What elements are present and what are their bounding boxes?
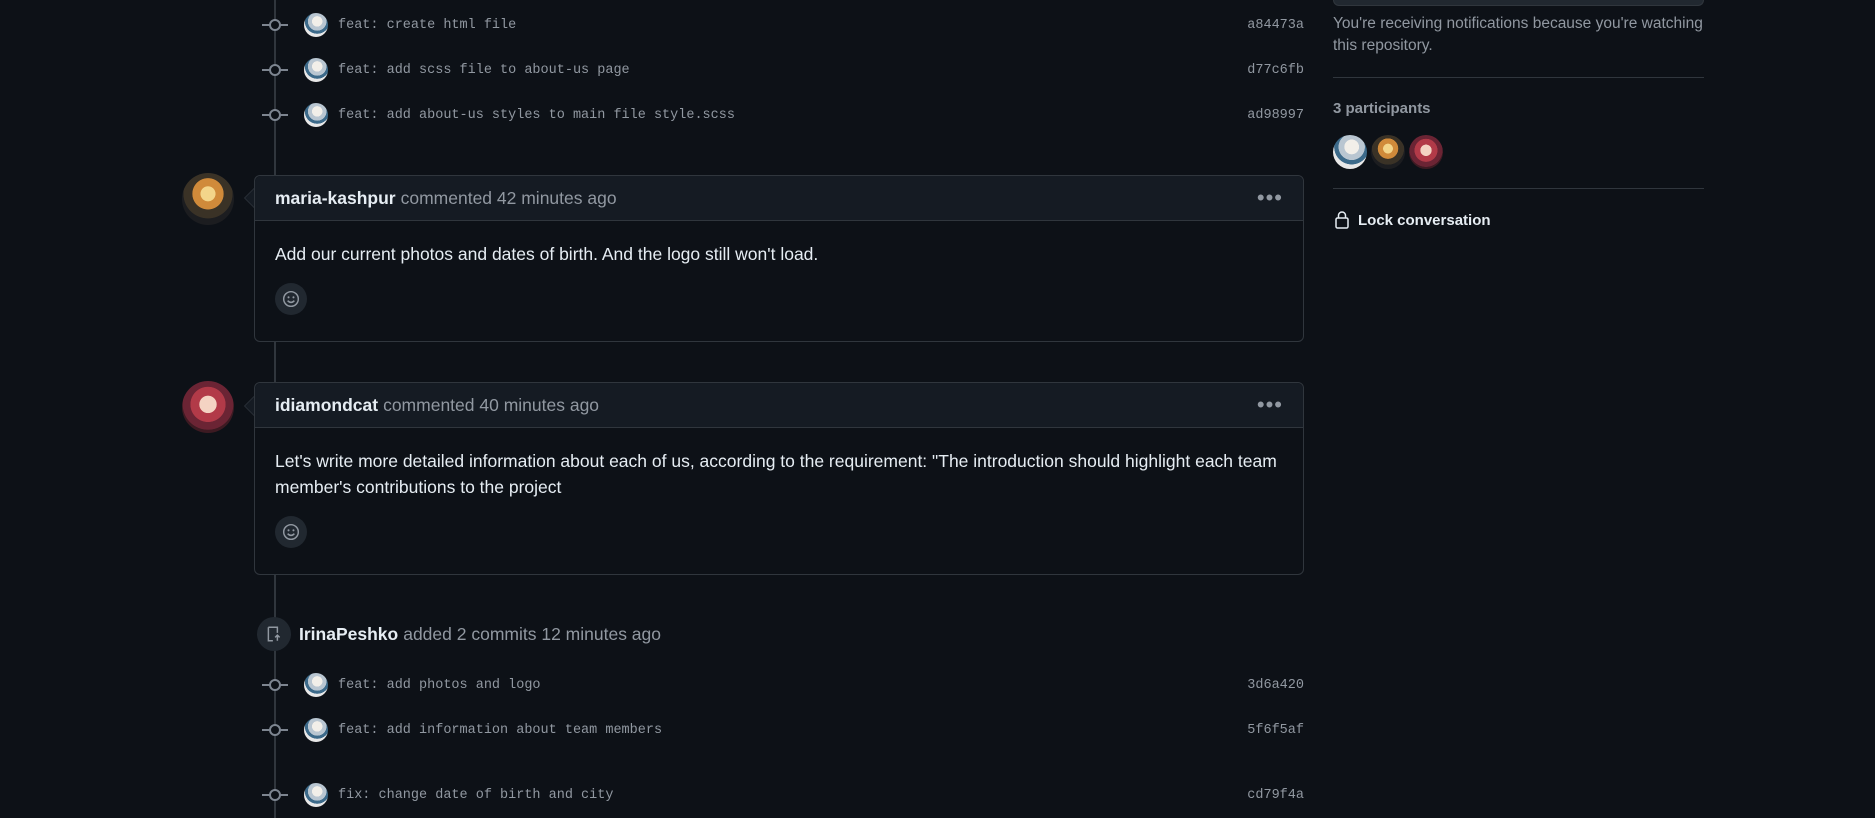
comment-body: Let's write more detailed information ab… (275, 451, 1277, 497)
commit-message[interactable]: feat: add about-us styles to main file s… (338, 108, 1247, 123)
commit-message[interactable]: feat: add information about team members (338, 723, 1247, 738)
commit-sha[interactable]: 5f6f5af (1247, 723, 1304, 738)
add-reaction-button[interactable] (275, 516, 307, 548)
lock-icon (1335, 211, 1349, 229)
commit-sha[interactable]: cd79f4a (1247, 788, 1304, 803)
commit-icon (262, 108, 288, 122)
commit-sha[interactable]: ad98997 (1247, 108, 1304, 123)
commit-row: feat: create html file a84473a (262, 11, 1304, 39)
commit-message[interactable]: feat: create html file (338, 18, 1247, 33)
push-meta[interactable]: added 2 commits 12 minutes ago (403, 624, 661, 645)
commit-icon (262, 63, 288, 77)
commit-icon (262, 723, 288, 737)
divider (1333, 77, 1704, 78)
lock-conversation-button[interactable]: Lock conversation (1334, 210, 1491, 230)
commit-sha[interactable]: d77c6fb (1247, 63, 1304, 78)
commit-row: feat: add information about team members… (262, 716, 1304, 744)
avatar[interactable] (304, 58, 328, 82)
smiley-icon (282, 290, 300, 308)
timeline-line (274, 341, 276, 383)
avatar[interactable] (182, 381, 234, 433)
commit-icon (262, 788, 288, 802)
avatar[interactable] (304, 673, 328, 697)
push-event: IrinaPeshko added 2 commits 12 minutes a… (257, 617, 661, 651)
avatar[interactable] (304, 103, 328, 127)
avatar[interactable] (1333, 135, 1367, 169)
kebab-menu-icon[interactable]: ••• (1257, 394, 1283, 416)
commit-sha[interactable]: a84473a (1247, 18, 1304, 33)
comment-caret (244, 188, 254, 208)
comment-box: maria-kashpur commented 42 minutes ago •… (254, 175, 1304, 342)
notification-reason: You're receiving notifications because y… (1333, 15, 1703, 54)
avatar[interactable] (304, 783, 328, 807)
comment-box: idiamondcat commented 40 minutes ago •••… (254, 382, 1304, 575)
kebab-menu-icon[interactable]: ••• (1257, 187, 1283, 209)
commit-row: feat: add scss file to about-us page d77… (262, 56, 1304, 84)
push-icon (257, 617, 291, 651)
commit-message[interactable]: feat: add scss file to about-us page (338, 63, 1247, 78)
comment-author[interactable]: idiamondcat (275, 395, 378, 416)
commit-row: fix: change date of birth and city cd79f… (262, 781, 1304, 809)
subscribe-button-edge[interactable] (1333, 0, 1704, 6)
participants-avatars (1333, 135, 1443, 169)
comment-header: idiamondcat commented 40 minutes ago ••• (255, 383, 1303, 428)
avatar[interactable] (1409, 135, 1443, 169)
avatar[interactable] (182, 173, 234, 225)
lock-label: Lock conversation (1358, 211, 1491, 229)
commit-message[interactable]: fix: change date of birth and city (338, 788, 1247, 803)
commit-row: feat: add photos and logo 3d6a420 (262, 671, 1304, 699)
push-author[interactable]: IrinaPeshko (299, 624, 398, 645)
commit-sha[interactable]: 3d6a420 (1247, 678, 1304, 693)
commit-message[interactable]: feat: add photos and logo (338, 678, 1247, 693)
commit-icon (262, 678, 288, 692)
add-reaction-button[interactable] (275, 283, 307, 315)
divider (1333, 188, 1704, 189)
comment-caret (244, 396, 254, 416)
comment-body: Add our current photos and dates of birt… (275, 244, 819, 264)
participants-heading: 3 participants (1333, 100, 1431, 117)
avatar[interactable] (304, 718, 328, 742)
smiley-icon (282, 523, 300, 541)
comment-author[interactable]: maria-kashpur (275, 188, 396, 209)
commit-icon (262, 18, 288, 32)
avatar[interactable] (1371, 135, 1405, 169)
comment-timestamp[interactable]: commented 42 minutes ago (401, 188, 617, 209)
comment-header: maria-kashpur commented 42 minutes ago •… (255, 176, 1303, 221)
commit-row: feat: add about-us styles to main file s… (262, 101, 1304, 129)
comment-timestamp[interactable]: commented 40 minutes ago (383, 395, 599, 416)
avatar[interactable] (304, 13, 328, 37)
